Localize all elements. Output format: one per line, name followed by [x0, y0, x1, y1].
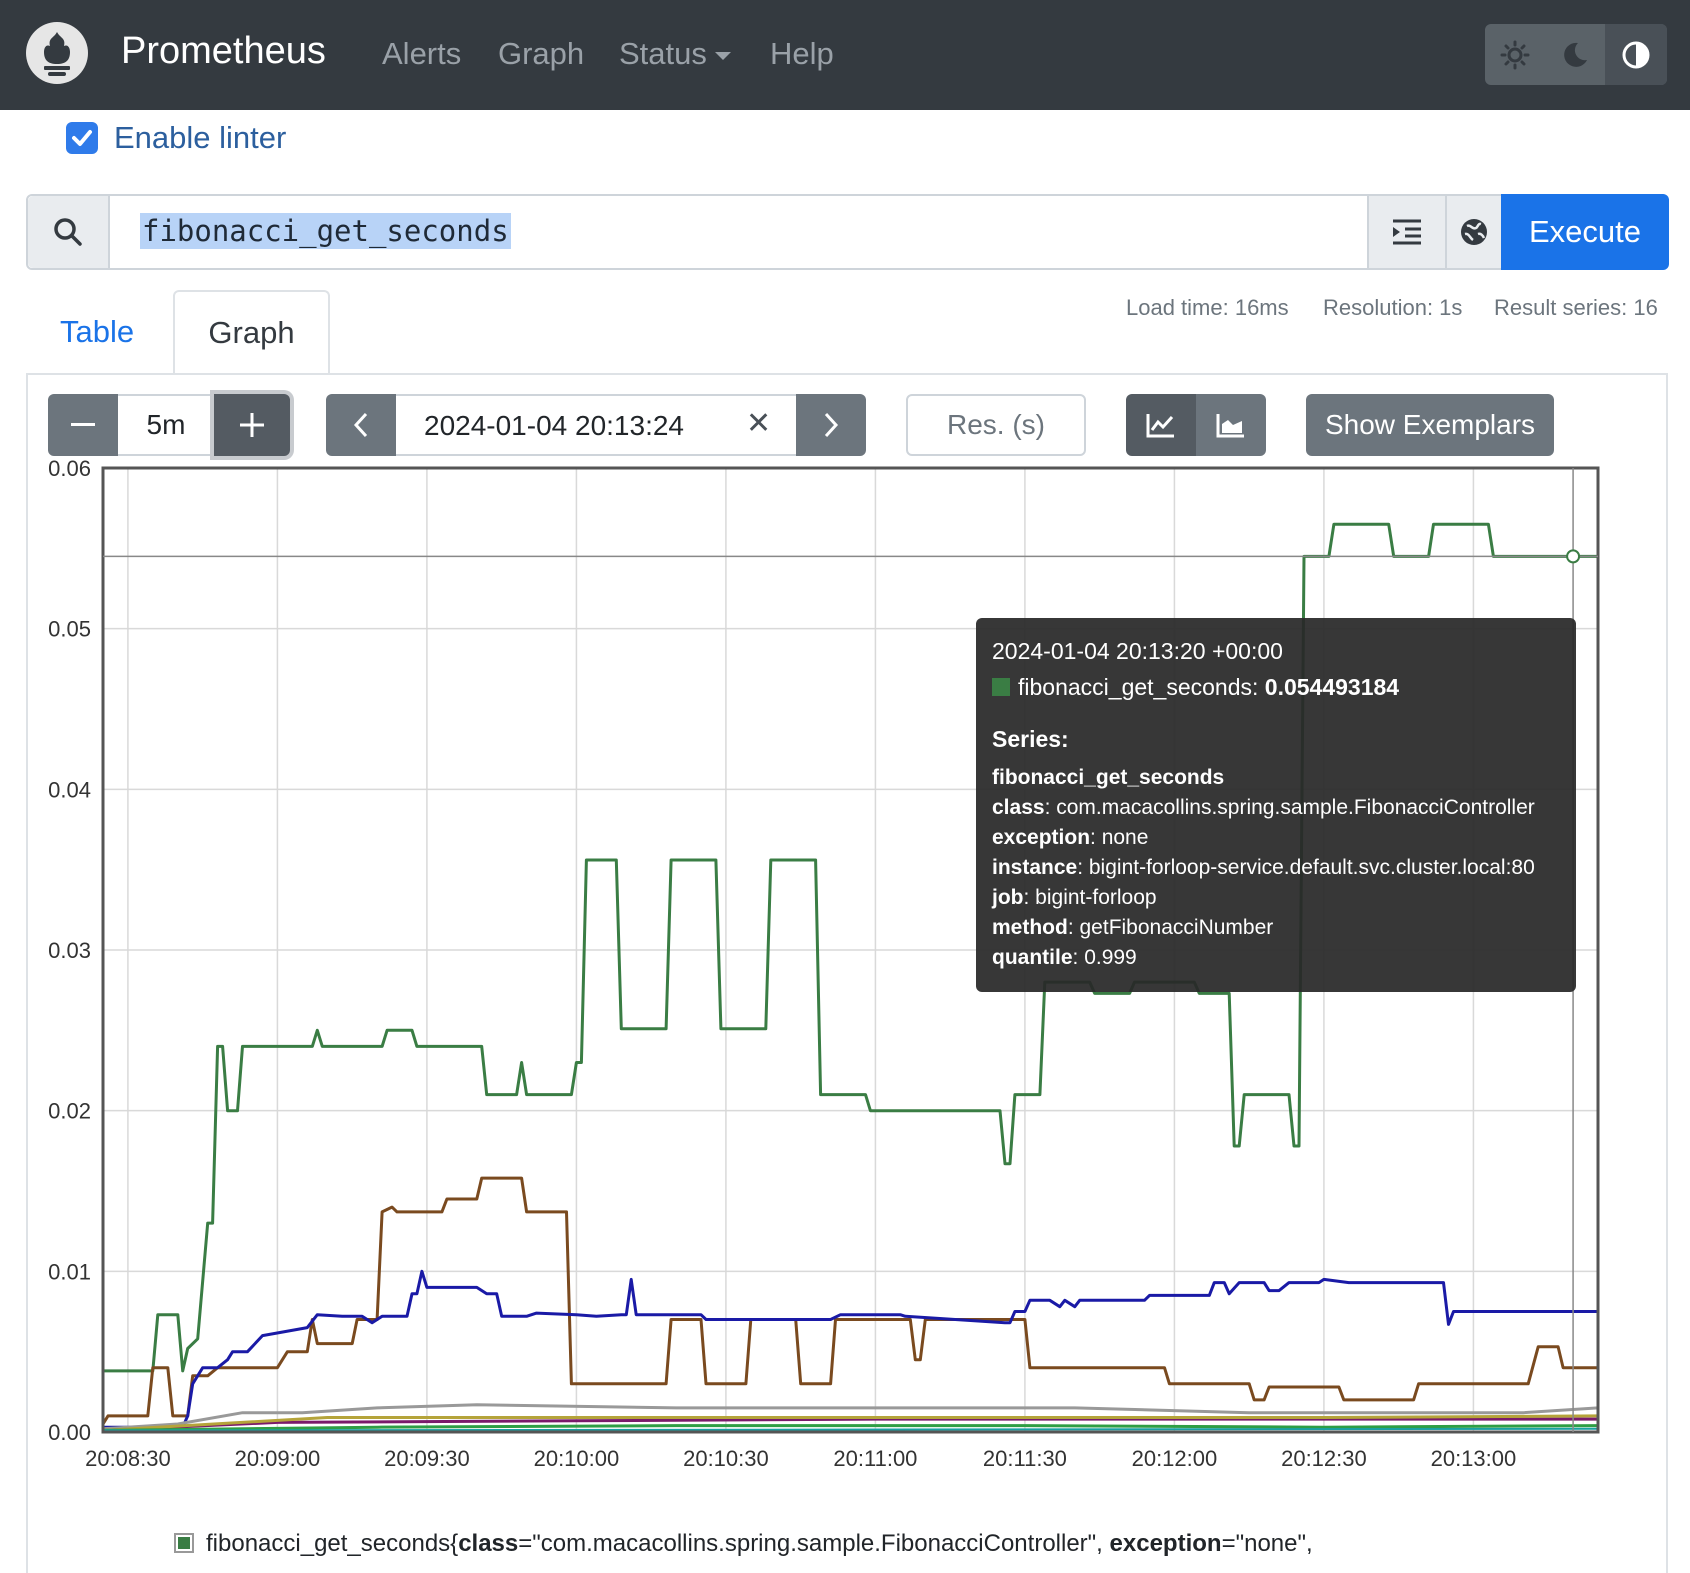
metrics-explorer-button[interactable] — [1445, 196, 1501, 268]
stacked-chart-button[interactable] — [1196, 394, 1266, 456]
range-decrease-button[interactable] — [48, 394, 118, 456]
tooltip-label-job: job: bigint-forloop — [992, 886, 1157, 909]
range-input[interactable]: 5m — [118, 394, 214, 456]
check-icon — [72, 130, 92, 146]
resolution: Resolution: 1s — [1323, 295, 1463, 320]
theme-dark-button[interactable] — [1545, 24, 1605, 85]
load-time: Load time: 16ms — [1126, 295, 1289, 320]
time-back-button[interactable] — [326, 394, 396, 456]
series-swatch — [992, 678, 1010, 696]
nav-status-label: Status — [619, 36, 707, 71]
brand-title[interactable]: Prometheus — [121, 30, 326, 73]
hover-tooltip: 2024-01-04 20:13:20 +00:00 fibonacci_get… — [976, 618, 1576, 992]
search-icon — [28, 196, 110, 268]
query-bar: fibonacci_get_seconds Execute — [26, 194, 1669, 270]
time-forward-button[interactable] — [796, 394, 866, 456]
chevron-left-icon — [353, 412, 368, 438]
unstacked-chart-button[interactable] — [1126, 394, 1196, 456]
legend-label-value: ="none", — [1221, 1530, 1313, 1557]
tooltip-label-instance: instance: bigint-forloop-service.default… — [992, 856, 1535, 879]
tab-graph[interactable]: Graph — [173, 290, 330, 374]
tooltip-series-name: fibonacci_get_seconds — [992, 766, 1225, 789]
nav-status[interactable]: Status — [619, 36, 731, 72]
linter-checkbox[interactable] — [66, 122, 98, 154]
nav-graph[interactable]: Graph — [498, 36, 584, 72]
tooltip-label-class: class: com.macacollins.spring.sample.Fib… — [992, 796, 1535, 819]
end-time-value: 2024-01-04 20:13:24 — [424, 410, 684, 441]
minus-icon — [71, 423, 95, 426]
result-series: Result series: 16 — [1494, 295, 1658, 320]
tooltip-value-row: fibonacci_get_seconds: 0.054493184 — [992, 674, 1399, 701]
legend-label-key: class — [458, 1530, 519, 1557]
legend-label-value: ="com.macacollins.spring.sample.Fibonacc… — [518, 1530, 1110, 1557]
metrics-explorer-icon — [1461, 219, 1487, 245]
prometheus-logo-icon[interactable] — [26, 22, 88, 84]
top-navbar: Prometheus Alerts Graph Status Help — [0, 0, 1690, 110]
theme-switcher — [1485, 24, 1667, 85]
expression-input[interactable]: fibonacci_get_seconds — [110, 196, 1367, 268]
tooltip-label-method: method: getFibonacciNumber — [992, 916, 1274, 939]
linter-label[interactable]: Enable linter — [114, 120, 286, 156]
tooltip-label-exception: exception: none — [992, 826, 1149, 849]
legend-label-key: exception — [1109, 1530, 1222, 1557]
end-time-input[interactable]: 2024-01-04 20:13:24 ✕ — [396, 394, 796, 456]
tooltip-time: 2024-01-04 20:13:20 +00:00 — [992, 638, 1283, 664]
tooltip-series-heading: Series: — [992, 726, 1069, 752]
legend-metric: fibonacci_get_seconds — [206, 1530, 451, 1557]
chevron-right-icon — [824, 412, 839, 438]
line-chart-icon — [1146, 414, 1174, 438]
moon-icon — [1564, 42, 1587, 67]
theme-light-button[interactable] — [1485, 24, 1545, 85]
nav-alerts[interactable]: Alerts — [382, 36, 461, 72]
tab-table[interactable]: Table — [60, 314, 134, 350]
resolution-input[interactable]: Res. (s) — [906, 394, 1086, 456]
sun-icon — [1500, 40, 1530, 69]
tooltip-label-quantile: quantile: 0.999 — [992, 946, 1137, 969]
execute-button[interactable]: Execute — [1501, 194, 1669, 270]
show-exemplars-button[interactable]: Show Exemplars — [1306, 394, 1554, 456]
theme-auto-button[interactable] — [1605, 24, 1667, 85]
clear-time-icon[interactable]: ✕ — [746, 406, 771, 441]
chevron-down-icon — [714, 51, 731, 60]
format-icon — [1393, 219, 1421, 245]
plus-icon — [240, 413, 264, 437]
contrast-icon — [1622, 41, 1650, 68]
tooltip-metric: fibonacci_get_seconds — [1018, 674, 1252, 700]
tooltip-value: 0.054493184 — [1264, 674, 1400, 700]
end-time-control: 2024-01-04 20:13:24 ✕ — [326, 394, 866, 456]
format-expression-button[interactable] — [1367, 196, 1445, 268]
expression-text[interactable]: fibonacci_get_seconds — [140, 213, 511, 249]
legend-swatch[interactable] — [174, 1533, 194, 1553]
legend-brace: { — [450, 1530, 459, 1557]
legend-item[interactable]: fibonacci_get_seconds{class="com.macacol… — [174, 1530, 1313, 1558]
area-chart-icon — [1216, 414, 1244, 438]
nav-help[interactable]: Help — [770, 36, 834, 72]
chart-type-toggle — [1126, 394, 1266, 456]
range-control: 5m — [48, 394, 290, 456]
range-increase-button[interactable] — [214, 394, 290, 456]
